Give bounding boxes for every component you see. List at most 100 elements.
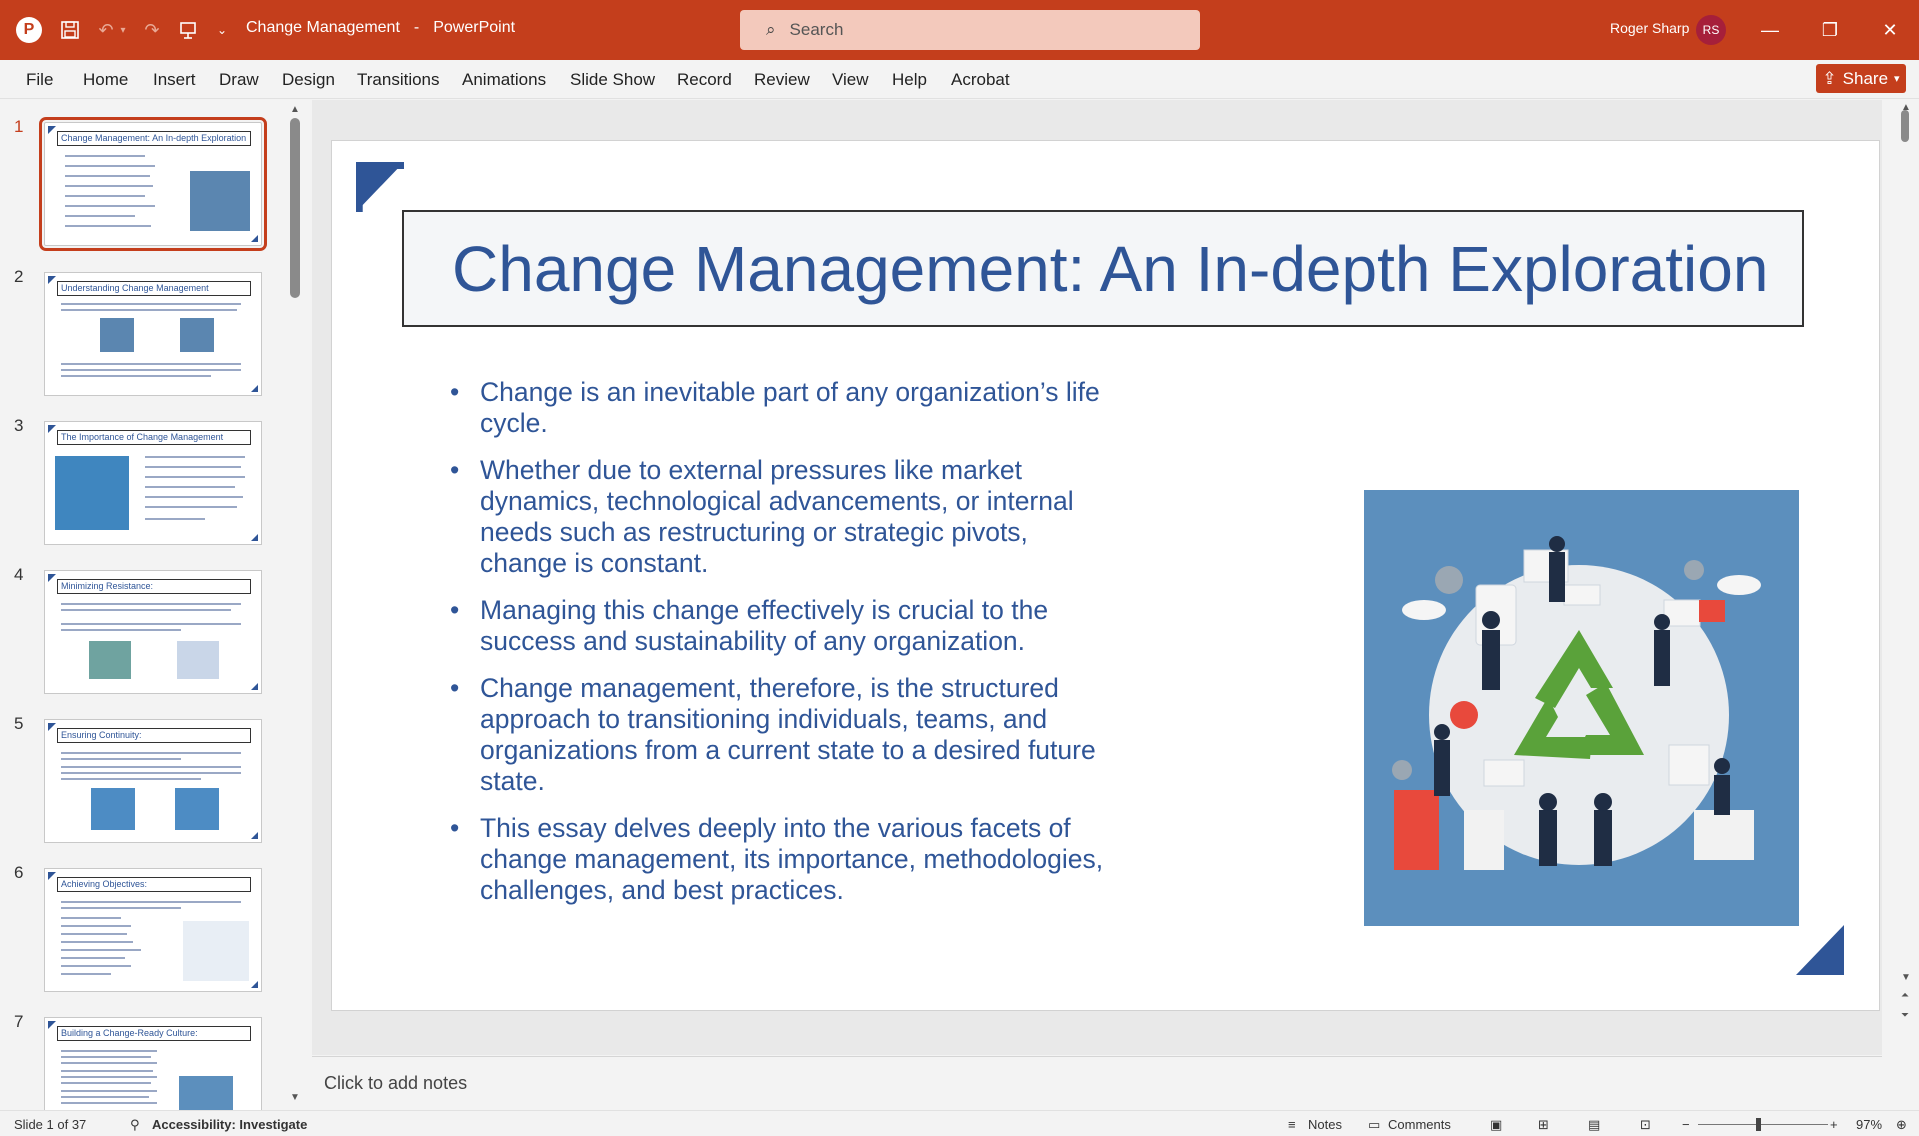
corner-shape bbox=[251, 235, 258, 242]
thumbnail-image bbox=[190, 171, 250, 231]
scrollbar-thumb[interactable] bbox=[290, 118, 300, 298]
slide-counter: Slide 1 of 37 bbox=[14, 1117, 87, 1132]
thumbnail-scrollbar[interactable]: ▲ ▼ bbox=[290, 104, 302, 1106]
slide-show-icon[interactable]: ⊡ bbox=[1640, 1117, 1651, 1133]
slide-thumbnail-4[interactable]: Minimizing Resistance: bbox=[44, 570, 262, 694]
thumbnail-number: 1 bbox=[14, 117, 24, 136]
restore-icon[interactable]: ❐ bbox=[1805, 12, 1855, 48]
normal-view-icon[interactable]: ▣ bbox=[1490, 1117, 1502, 1133]
status-bar: Slide 1 of 37 ⚲ Accessibility: Investiga… bbox=[0, 1110, 1919, 1136]
slide-canvas[interactable]: Change Management: An In-depth Explorati… bbox=[331, 140, 1880, 1011]
reading-view-icon[interactable]: ▤ bbox=[1588, 1117, 1600, 1133]
slide-scrollbar[interactable]: ▲ ▼ ⏶ ⏷ bbox=[1896, 100, 1919, 1055]
thumbnail-image bbox=[179, 1076, 233, 1110]
ribbon-tabs: File Home Insert Draw Design Transitions… bbox=[0, 60, 1919, 99]
slide-thumbnail-5[interactable]: Ensuring Continuity: bbox=[44, 719, 262, 843]
slide-thumbnail-1[interactable]: Change Management: An In-depth Explorati… bbox=[39, 117, 267, 251]
slide-thumbnail-3[interactable]: The Importance of Change Management bbox=[44, 421, 262, 545]
thumbnail-number: 3 bbox=[14, 416, 24, 435]
customize-toolbar-icon[interactable]: ⌄ bbox=[210, 16, 234, 44]
tab-help[interactable]: Help bbox=[892, 70, 927, 90]
scroll-down-icon[interactable]: ▼ bbox=[1901, 972, 1911, 983]
slide-title[interactable]: Change Management: An In-depth Explorati… bbox=[402, 210, 1804, 327]
zoom-slider-handle[interactable] bbox=[1756, 1118, 1761, 1131]
undo-dropdown-icon[interactable]: ▾ bbox=[116, 16, 130, 44]
share-button[interactable]: ⇪ Share ▾ bbox=[1816, 64, 1906, 93]
tab-home[interactable]: Home bbox=[83, 70, 128, 90]
thumbnail-number: 6 bbox=[14, 863, 24, 882]
comments-button[interactable]: Comments bbox=[1388, 1117, 1451, 1132]
title-bar: P ↶ ▾ ↷ ⌄ Change Management - PowerPoint ⌕… bbox=[0, 0, 1919, 60]
search-icon: ⌕ bbox=[766, 20, 776, 39]
corner-shape bbox=[251, 832, 258, 839]
corner-shape-top-left-fill bbox=[356, 162, 404, 212]
doc-name: Change Management bbox=[246, 19, 400, 36]
zoom-out-icon[interactable]: − bbox=[1682, 1117, 1690, 1132]
thumbnail-number: 7 bbox=[14, 1012, 24, 1031]
tab-design[interactable]: Design bbox=[282, 70, 335, 90]
slide-thumbnail-7[interactable]: Building a Change-Ready Culture: bbox=[44, 1017, 262, 1110]
app-name: PowerPoint bbox=[433, 19, 516, 36]
tab-record[interactable]: Record bbox=[677, 70, 732, 90]
save-icon[interactable] bbox=[56, 16, 84, 44]
thumbnail-image bbox=[91, 788, 135, 830]
notes-pane[interactable]: Click to add notes bbox=[312, 1056, 1882, 1110]
corner-shape bbox=[251, 534, 258, 541]
notes-button[interactable]: Notes bbox=[1308, 1117, 1342, 1132]
thumbnail-number: 4 bbox=[14, 565, 24, 584]
next-slide-icon[interactable]: ⏷ bbox=[1901, 1010, 1909, 1021]
tab-animations[interactable]: Animations bbox=[462, 70, 546, 90]
notes-placeholder[interactable]: Click to add notes bbox=[324, 1073, 467, 1094]
close-icon[interactable]: ✕ bbox=[1865, 12, 1915, 48]
slide-thumbnail-2[interactable]: Understanding Change Management bbox=[44, 272, 262, 396]
tab-draw[interactable]: Draw bbox=[219, 70, 259, 90]
previous-slide-icon[interactable]: ⏶ bbox=[1901, 990, 1909, 1001]
thumbnail-title: Achieving Objectives: bbox=[57, 877, 251, 892]
tab-slide-show[interactable]: Slide Show bbox=[570, 70, 655, 90]
user-name[interactable]: Roger Sharp bbox=[1610, 20, 1689, 36]
present-from-beginning-icon[interactable] bbox=[174, 16, 202, 44]
tab-transitions[interactable]: Transitions bbox=[357, 70, 440, 90]
scroll-down-icon[interactable]: ▼ bbox=[290, 1092, 300, 1103]
zoom-in-icon[interactable]: + bbox=[1830, 1117, 1838, 1132]
corner-shape bbox=[251, 981, 258, 988]
share-icon: ⇪ bbox=[1822, 68, 1837, 88]
thumbnail-image bbox=[55, 456, 129, 530]
slide-bullet-list[interactable]: Change is an inevitable part of any orga… bbox=[450, 377, 1110, 922]
corner-shape bbox=[251, 385, 258, 392]
redo-icon[interactable]: ↷ bbox=[138, 16, 166, 44]
thumbnail-image bbox=[183, 921, 249, 981]
corner-shape bbox=[48, 425, 56, 433]
comments-icon: ▭ bbox=[1368, 1117, 1381, 1132]
tab-review[interactable]: Review bbox=[754, 70, 810, 90]
corner-shape bbox=[251, 683, 258, 690]
title-separator: - bbox=[413, 19, 420, 36]
search-placeholder: Search bbox=[789, 20, 844, 39]
change-management-illustration[interactable] bbox=[1364, 490, 1799, 926]
zoom-level[interactable]: 97% bbox=[1856, 1117, 1882, 1132]
bullet-item: Managing this change effectively is cruc… bbox=[450, 595, 1110, 657]
bullet-item: Change management, therefore, is the str… bbox=[450, 673, 1110, 797]
search-box[interactable]: ⌕ Search bbox=[740, 10, 1200, 50]
slide-thumbnail-6[interactable]: Achieving Objectives: bbox=[44, 868, 262, 992]
accessibility-icon: ⚲ bbox=[130, 1117, 140, 1132]
scrollbar-thumb[interactable] bbox=[1901, 110, 1909, 142]
chevron-down-icon: ▾ bbox=[1894, 73, 1900, 85]
tab-view[interactable]: View bbox=[832, 70, 869, 90]
thumbnail-image bbox=[177, 641, 219, 679]
slide-sorter-icon[interactable]: ⊞ bbox=[1538, 1117, 1549, 1133]
bullet-item: Whether due to external pressures like m… bbox=[450, 455, 1110, 579]
accessibility-status[interactable]: Accessibility: Investigate bbox=[152, 1117, 307, 1132]
corner-shape-bottom-right bbox=[1796, 925, 1844, 975]
thumbnail-number: 5 bbox=[14, 714, 24, 733]
tab-acrobat[interactable]: Acrobat bbox=[951, 70, 1010, 90]
scroll-up-icon[interactable]: ▲ bbox=[290, 104, 300, 115]
slide-thumbnail-pane: 1 Change Management: An In-depth Explora… bbox=[0, 100, 306, 1110]
tab-file[interactable]: File bbox=[26, 70, 53, 90]
fit-to-window-icon[interactable]: ⊕ bbox=[1896, 1117, 1907, 1133]
tab-insert[interactable]: Insert bbox=[153, 70, 196, 90]
thumbnail-image bbox=[175, 788, 219, 830]
zoom-slider[interactable] bbox=[1698, 1124, 1828, 1125]
minimize-icon[interactable]: — bbox=[1745, 12, 1795, 48]
avatar[interactable]: RS bbox=[1696, 15, 1726, 45]
